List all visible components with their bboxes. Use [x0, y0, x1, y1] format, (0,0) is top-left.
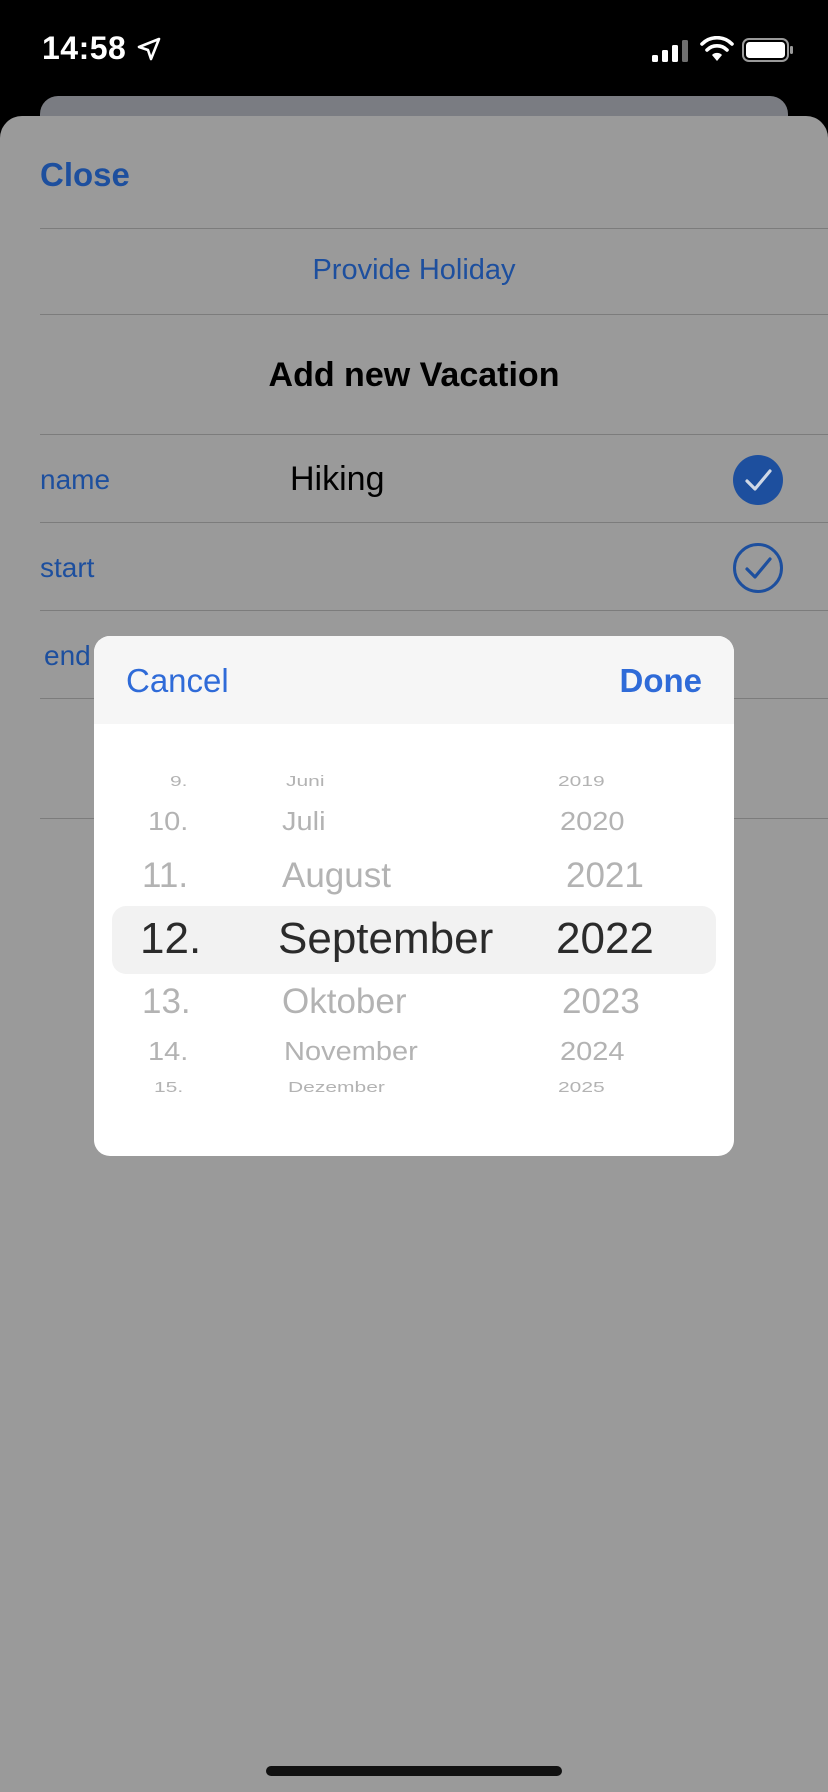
year-wheel-item[interactable]: 2019	[558, 774, 605, 791]
outline-check-icon[interactable]	[732, 542, 784, 594]
month-wheel-item[interactable]: November	[284, 1038, 418, 1067]
month-wheel-item[interactable]: Juni	[286, 774, 325, 791]
form-title: Add new Vacation	[268, 356, 560, 394]
divider	[40, 228, 828, 229]
month-wheel-item[interactable]: August	[282, 856, 391, 896]
month-wheel-item[interactable]: Juli	[282, 808, 326, 837]
day-wheel-item[interactable]: 10.	[148, 808, 188, 837]
provide-holiday-button[interactable]: Provide Holiday	[0, 254, 828, 287]
divider	[40, 522, 828, 523]
filled-check-icon[interactable]	[732, 454, 784, 506]
divider	[40, 610, 828, 611]
year-wheel-item-selected[interactable]: 2022	[556, 914, 654, 964]
start-label: start	[40, 552, 95, 583]
end-label: end	[44, 640, 91, 671]
day-wheel-item[interactable]: 9.	[170, 774, 188, 791]
day-wheel-item[interactable]: 13.	[142, 982, 191, 1022]
picker-toolbar: Cancel Done	[94, 636, 734, 724]
year-wheel-item[interactable]: 2024	[560, 1038, 625, 1067]
month-wheel-item[interactable]: Dezember	[288, 1080, 385, 1097]
day-wheel-item[interactable]: 15.	[154, 1080, 183, 1097]
home-indicator[interactable]	[266, 1766, 562, 1776]
status-time: 14:58	[42, 30, 127, 66]
location-arrow-icon	[137, 37, 161, 61]
wifi-icon	[700, 36, 734, 61]
battery-icon	[742, 38, 793, 62]
close-button[interactable]: Close	[40, 156, 130, 194]
cellular-signal-icon	[652, 40, 688, 62]
status-bar: 14:58	[0, 0, 828, 100]
divider	[40, 314, 828, 315]
year-wheel-item[interactable]: 2020	[560, 808, 625, 837]
day-wheel-item[interactable]: 11.	[142, 856, 188, 896]
year-wheel-item[interactable]: 2025	[558, 1080, 605, 1097]
year-wheel-item[interactable]: 2021	[566, 856, 644, 896]
name-value[interactable]: Hiking	[290, 460, 384, 499]
month-wheel-item[interactable]: Oktober	[282, 982, 407, 1022]
month-wheel-item-selected[interactable]: September	[278, 914, 493, 964]
year-wheel-item[interactable]: 2023	[562, 982, 640, 1022]
day-wheel-item[interactable]: 14.	[148, 1038, 188, 1067]
date-picker-dialog: Cancel Done 9. 10. 11. 12. 13. 14. 15. J…	[94, 636, 734, 1156]
cancel-button[interactable]: Cancel	[126, 662, 229, 700]
day-wheel-item-selected[interactable]: 12.	[140, 914, 201, 964]
done-button[interactable]: Done	[620, 662, 703, 700]
divider	[40, 434, 828, 435]
name-label: name	[40, 464, 111, 495]
